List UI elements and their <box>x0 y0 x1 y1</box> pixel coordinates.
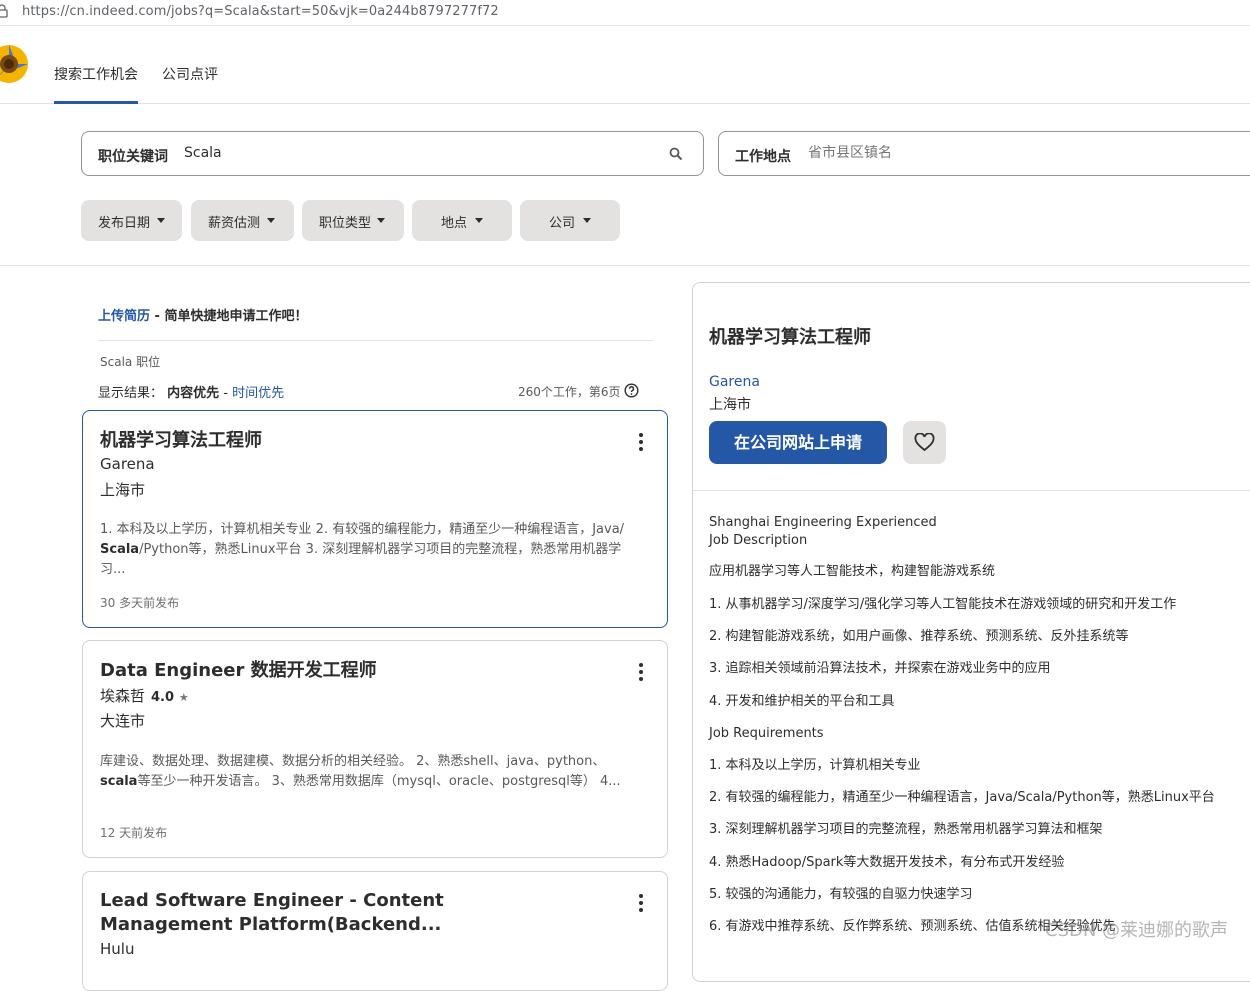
filter-location[interactable]: 地点 <box>412 200 512 241</box>
top-nav: 搜索工作机会 公司点评 <box>0 27 1250 104</box>
filter-job-type[interactable]: 职位类型 <box>302 200 404 241</box>
detail-company-link[interactable]: Garena <box>709 374 760 390</box>
search-icon[interactable] <box>669 147 683 161</box>
sort-options: 显示结果： 内容优先 - 时间优先 <box>98 386 285 401</box>
more-options-icon[interactable] <box>639 433 643 453</box>
job-location: 上海市 <box>100 481 146 499</box>
what-input[interactable] <box>184 145 654 161</box>
more-options-icon[interactable] <box>639 894 643 914</box>
help-icon[interactable] <box>624 383 639 398</box>
filter-salary[interactable]: 薪资估测 <box>191 200 294 241</box>
job-location: 大连市 <box>100 712 146 730</box>
save-job-button[interactable] <box>903 421 946 464</box>
job-company: 埃森哲 4.0 ★ <box>100 687 189 705</box>
upload-resume-link[interactable]: 上传简历 <box>98 309 150 324</box>
chevron-down-icon <box>583 218 591 223</box>
job-company: Garena <box>100 455 155 473</box>
divider <box>693 490 1250 491</box>
browser-url-bar[interactable]: https://cn.indeed.com/jobs?q=Scala&start… <box>0 0 1250 26</box>
detail-location: 上海市 <box>709 397 751 413</box>
job-detail-pane: 机器学习算法工程师 Garena 上海市 在公司网站上申请 Shanghai E… <box>692 282 1250 982</box>
desc-line: 2. 有较强的编程能力，精通至少一种编程语言，Java/Scala/Python… <box>709 790 1215 805</box>
desc-line: 4. 开发和维护相关的平台和工具 <box>709 694 895 709</box>
job-card[interactable]: 机器学习算法工程师 Garena 上海市 1. 本科及以上学历，计算机相关专业 … <box>82 410 668 628</box>
job-snippet: 库建设、数据处理、数据建模、数据分析的相关经验。 2、熟悉shell、java、… <box>100 754 621 789</box>
desc-line: 1. 本科及以上学历，计算机相关专业 <box>709 758 921 773</box>
chevron-down-icon <box>377 218 385 223</box>
chevron-down-icon <box>475 218 483 223</box>
job-title[interactable]: Data Engineer 数据开发工程师 <box>100 659 377 683</box>
what-search-box[interactable]: 职位关键词 <box>81 131 704 176</box>
divider <box>0 265 1250 266</box>
where-search-box[interactable]: 工作地点 <box>718 131 1250 176</box>
job-date: 30 多天前发布 <box>100 596 180 610</box>
desc-line: 2. 构建智能游戏系统，如用户画像、推荐系统、预测系统、反外挂系统等 <box>709 629 1129 644</box>
sort-date-link[interactable]: 时间优先 <box>232 386 284 401</box>
job-company: Hulu <box>100 940 135 958</box>
upload-resume-banner: 上传简历 - 简单快捷地申请工作吧！ <box>98 309 308 324</box>
job-title[interactable]: Lead Software Engineer - Content Managem… <box>100 889 580 937</box>
divider <box>98 340 653 341</box>
nav-company-reviews[interactable]: 公司点评 <box>162 64 218 84</box>
desc-line: Job Requirements <box>709 726 824 741</box>
desc-line: 3. 深刻理解机器学习项目的完整流程，熟悉常用机器学习算法和框架 <box>709 822 1103 837</box>
desc-line: 应用机器学习等人工智能技术，构建智能游戏系统 <box>709 564 996 579</box>
desc-line: 5. 较强的沟通能力，有较强的自驱力快速学习 <box>709 887 973 902</box>
query-title: Scala 职位 <box>100 355 161 369</box>
lock-icon <box>0 4 8 18</box>
where-label: 工作地点 <box>735 149 791 165</box>
star-icon: ★ <box>178 691 189 704</box>
chevron-down-icon <box>267 218 275 223</box>
job-date: 12 天前发布 <box>100 826 168 840</box>
desc-line: Job Description <box>709 533 808 548</box>
job-card[interactable]: Data Engineer 数据开发工程师 埃森哲 4.0 ★ 大连市 库建设、数… <box>82 640 668 858</box>
where-input[interactable] <box>808 145 1228 161</box>
what-label: 职位关键词 <box>98 149 168 165</box>
sort-relevance: 内容优先 <box>167 386 220 401</box>
desc-line: 1. 从事机器学习/深度学习/强化学习等人工智能技术在游戏领域的研究和开发工作 <box>709 597 1177 612</box>
detail-title: 机器学习算法工程师 <box>709 327 871 348</box>
heart-icon <box>914 433 935 452</box>
indeed-logo-icon[interactable] <box>0 41 32 87</box>
job-snippet: 1. 本科及以上学历，计算机相关专业 2. 有较强的编程能力，精通至少一种编程语… <box>100 522 625 577</box>
chevron-down-icon <box>157 218 165 223</box>
url-text[interactable]: https://cn.indeed.com/jobs?q=Scala&start… <box>22 4 499 19</box>
job-title[interactable]: 机器学习算法工程师 <box>100 429 262 453</box>
result-count: 260个工作，第6页 <box>518 385 621 399</box>
desc-line: 3. 追踪相关领域前沿算法技术，并探索在游戏业务中的应用 <box>709 661 1051 676</box>
apply-button[interactable]: 在公司网站上申请 <box>709 421 887 464</box>
watermark: CSDN @莱迪娜的歌声 <box>1045 920 1229 941</box>
desc-line: Shanghai Engineering Experienced <box>709 515 937 530</box>
nav-search-jobs[interactable]: 搜索工作机会 <box>54 64 138 104</box>
filter-date-posted[interactable]: 发布日期 <box>81 200 182 241</box>
more-options-icon[interactable] <box>639 663 643 683</box>
filter-company[interactable]: 公司 <box>520 200 620 241</box>
company-rating: 4.0 <box>151 690 175 705</box>
job-card[interactable]: Lead Software Engineer - Content Managem… <box>82 871 668 991</box>
desc-line: 4. 熟悉Hadoop/Spark等大数据开发技术，有分布式开发经验 <box>709 855 1065 870</box>
